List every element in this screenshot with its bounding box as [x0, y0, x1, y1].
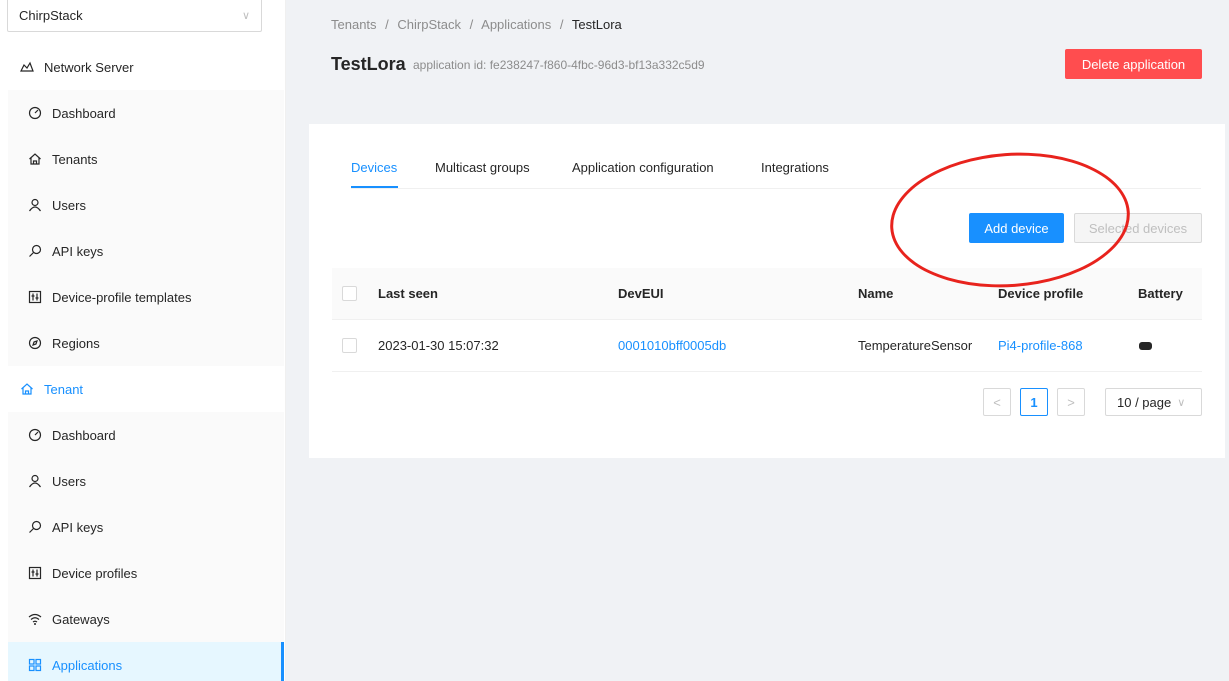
cell-device-profile-link[interactable]: Pi4-profile-868 — [998, 338, 1083, 353]
menu-item-tenant-api-keys[interactable]: API keys — [8, 504, 284, 550]
menu-item-label: Device profiles — [52, 565, 138, 581]
menu-item-label: Gateways — [52, 611, 110, 627]
cell-last-seen: 2023-01-30 15:07:32 — [378, 338, 499, 353]
menu-item-label: Dashboard — [52, 105, 116, 121]
tab-devices[interactable]: Devices — [351, 160, 397, 175]
table-row: 2023-01-30 15:07:32 0001010bff0005db Tem… — [332, 320, 1202, 372]
menu-group-label: Network Server — [44, 59, 134, 75]
column-header-name[interactable]: Name — [858, 286, 893, 301]
tenant-select-value: ChirpStack — [19, 8, 83, 23]
delete-application-button[interactable]: Delete application — [1065, 49, 1202, 79]
menu-item-ns-regions[interactable]: Regions — [8, 320, 284, 366]
menu-item-tenant-users[interactable]: Users — [8, 458, 284, 504]
page-title: TestLora — [331, 54, 406, 74]
chevron-down-icon: ∨ — [241, 10, 250, 22]
page-size-value: 10 / page — [1117, 394, 1172, 410]
cell-deveui-link[interactable]: 0001010bff0005db — [618, 338, 726, 353]
control-icon — [28, 290, 42, 304]
home-icon — [20, 382, 34, 396]
add-device-button[interactable]: Add device — [969, 213, 1064, 243]
menu-item-label: Regions — [52, 335, 100, 351]
tenant-select[interactable]: ChirpStack ∨ — [7, 0, 262, 32]
column-header-last-seen[interactable]: Last seen — [378, 286, 438, 301]
breadcrumb-item[interactable]: ChirpStack — [397, 17, 461, 32]
row-checkbox[interactable] — [342, 338, 357, 353]
menu-item-ns-tenants[interactable]: Tenants — [8, 136, 284, 182]
column-header-battery[interactable]: Battery — [1138, 286, 1183, 301]
home-icon — [28, 152, 42, 166]
user-icon — [28, 198, 42, 212]
column-header-device-profile[interactable]: Device profile — [998, 286, 1083, 301]
compass-icon — [28, 336, 42, 350]
breadcrumb: Tenants / ChirpStack / Applications / Te… — [331, 17, 622, 32]
menu-item-tenant-applications[interactable]: Applications — [8, 642, 284, 681]
menu-group-label: Tenant — [44, 381, 84, 397]
breadcrumb-separator: / — [559, 17, 564, 32]
menu-item-tenant-gateways[interactable]: Gateways — [8, 596, 284, 642]
devices-card: Devices Multicast groups Application con… — [309, 124, 1225, 458]
menu-item-label: Dashboard — [52, 427, 116, 443]
menu-item-tenant-device-profiles[interactable]: Device profiles — [8, 550, 284, 596]
column-header-deveui[interactable]: DevEUI — [618, 286, 664, 301]
tab-multicast-groups[interactable]: Multicast groups — [435, 160, 530, 175]
battery-full-icon — [1139, 342, 1152, 350]
menu-item-label: API keys — [52, 519, 104, 535]
page-size-select[interactable]: 10 / page ∨ — [1105, 388, 1202, 416]
menu-item-ns-users[interactable]: Users — [8, 182, 284, 228]
menu-item-label: Tenants — [52, 151, 98, 167]
chevron-down-icon: ∨ — [1177, 396, 1186, 409]
tab-integrations[interactable]: Integrations — [761, 160, 829, 175]
menu-item-ns-api-keys[interactable]: API keys — [8, 228, 284, 274]
breadcrumb-current: TestLora — [571, 17, 622, 32]
tab-application-configuration[interactable]: Application configuration — [572, 160, 714, 175]
tab-ink-bar — [351, 186, 398, 188]
cell-name: TemperatureSensor — [858, 338, 973, 353]
page-subtitle: application id: fe238247-f860-4fbc-96d3-… — [413, 58, 705, 72]
selected-devices-button[interactable]: Selected devices — [1074, 213, 1202, 243]
menu-group-network-server[interactable]: Network Server — [0, 44, 286, 90]
dashboard-icon — [28, 428, 42, 442]
menu-item-label: Applications — [52, 657, 123, 673]
dashboard-icon — [28, 106, 42, 120]
breadcrumb-separator: / — [469, 17, 474, 32]
menu-group-tenant[interactable]: Tenant — [0, 366, 286, 412]
menu-item-label: Users — [52, 197, 86, 213]
tabs: Devices Multicast groups Application con… — [351, 146, 1201, 189]
select-all-checkbox[interactable] — [342, 286, 357, 301]
menu-item-label: API keys — [52, 243, 104, 259]
appstore-icon — [28, 658, 42, 672]
menu-item-label: Device-profile templates — [52, 289, 192, 305]
sidebar: ChirpStack ∨ Network Server Dashboard Te… — [0, 0, 286, 681]
menu-item-label: Users — [52, 473, 86, 489]
breadcrumb-item[interactable]: Applications — [481, 17, 551, 32]
wifi-icon — [28, 612, 42, 626]
pagination-next-button[interactable]: > — [1057, 388, 1085, 416]
menu-item-ns-device-profile-templates[interactable]: Device-profile templates — [8, 274, 284, 320]
breadcrumb-item[interactable]: Tenants — [331, 17, 377, 32]
control-icon — [28, 566, 42, 580]
pagination-prev-button[interactable]: < — [983, 388, 1011, 416]
pagination-page-1[interactable]: 1 — [1020, 388, 1048, 416]
cloud-icon — [20, 60, 34, 74]
user-icon — [28, 474, 42, 488]
key-icon — [28, 244, 42, 258]
menu-item-tenant-dashboard[interactable]: Dashboard — [8, 412, 284, 458]
menu-item-ns-dashboard[interactable]: Dashboard — [8, 90, 284, 136]
key-icon — [28, 520, 42, 534]
table-header: Last seen DevEUI Name Device profile Bat… — [332, 268, 1202, 320]
breadcrumb-separator: / — [385, 17, 389, 32]
